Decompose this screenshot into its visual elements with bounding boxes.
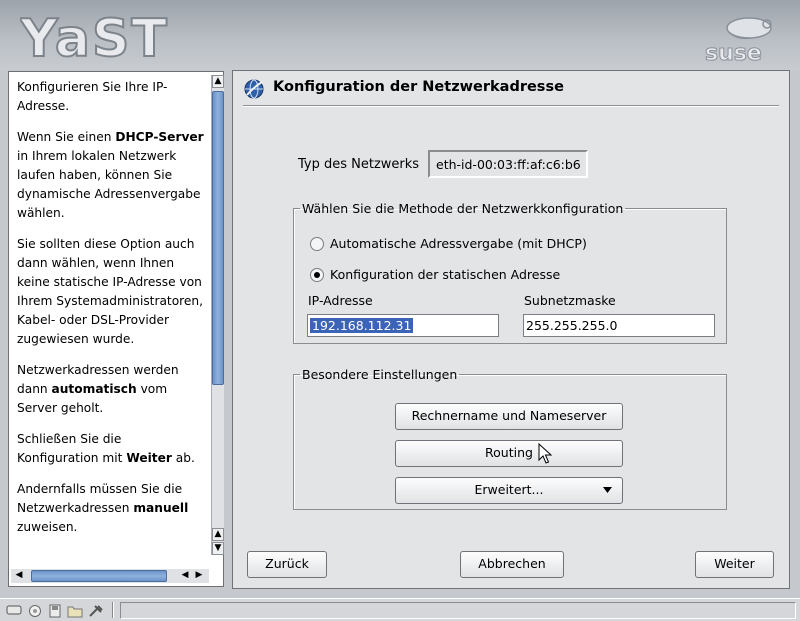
taskbar-separator [112,602,114,618]
scroll-left-arrow-icon[interactable]: ◀ [13,569,25,582]
yast-logo: YaST [20,8,169,64]
svg-text:YaST: YaST [20,9,169,64]
hostname-nameserver-button[interactable]: Rechnername und Nameserver [395,403,623,430]
advanced-button-label: Erweitert... [474,482,544,497]
static-radio-label: Konfiguration der statischen Adresse [330,267,561,282]
help-text: Konfigurieren Sie Ihre IP-Adresse. Wenn … [17,78,205,549]
yast-header: YaST suse [0,0,800,70]
ip-address-label: IP-Adresse [308,293,373,308]
tools-icon[interactable] [88,604,104,618]
horizontal-scroll-thumb[interactable] [31,570,167,582]
next-button[interactable]: Weiter [695,551,774,578]
title-divider [243,105,779,107]
suse-logo: suse [705,17,772,66]
mouse-pointer-icon [538,443,552,464]
cancel-button[interactable]: Abbrechen [460,551,564,578]
help-paragraph-3: Sie sollten diese Option auch dann wähle… [17,237,204,346]
network-type-value: eth-id-00:03:ff:af:c6:b6 [428,150,588,178]
taskbar-task-area[interactable] [120,602,796,619]
taskbar [0,598,800,621]
terminal-icon[interactable] [6,604,22,616]
dhcp-radio-option[interactable]: Automatische Adressvergabe (mit DHCP) [310,236,587,251]
scroll-up-arrow-icon[interactable]: ▲ [212,75,224,88]
dhcp-radio-button[interactable] [310,237,324,251]
scroll-down-arrow-icon[interactable]: ▼ [212,542,224,555]
dropdown-arrow-icon [603,487,612,493]
routing-button[interactable]: Routing [395,440,623,467]
ip-address-input[interactable]: 192.168.112.31 [307,314,499,337]
static-radio-button[interactable] [310,268,324,282]
settings-icon[interactable] [28,604,42,618]
help-horizontal-scrollbar[interactable]: ◀ ◀ ▶ [11,569,209,583]
folder-icon[interactable] [67,604,83,618]
page-title: Konfiguration der Netzwerkadresse [273,79,564,95]
netmask-label: Subnetzmaske [524,293,616,308]
help-paragraph-4: Netzwerkadressen werden dann automatisch… [17,363,179,415]
main-dialog: Konfiguration der Netzwerkadresse Typ de… [232,70,790,589]
ip-address-value: 192.168.112.31 [310,318,414,333]
svg-text:suse: suse [705,41,762,66]
scroll-right-arrow-icon[interactable]: ▶ [193,569,205,582]
scroll-left-arrow-icon[interactable]: ◀ [179,569,191,582]
advanced-menu-button[interactable]: Erweitert... [395,477,623,504]
netmask-input[interactable]: 255.255.255.0 [523,314,715,337]
help-panel[interactable]: Konfigurieren Sie Ihre IP-Adresse. Wenn … [8,71,224,587]
help-vertical-scrollbar[interactable]: ▲ ▲ ▼ [211,75,224,555]
network-type-label: Typ des Netzwerks [298,157,420,172]
disk-icon[interactable] [48,604,62,618]
netmask-value: 255.255.255.0 [526,318,618,333]
dhcp-radio-label: Automatische Adressvergabe (mit DHCP) [330,236,587,251]
help-paragraph-6: Andernfalls müssen Sie die Netzwerkadres… [17,482,189,534]
special-settings-group: Besondere Einstellungen Rechnername und … [293,367,727,510]
network-globe-icon [244,79,264,99]
help-paragraph-1: Konfigurieren Sie Ihre IP-Adresse. [17,80,168,113]
help-paragraph-5: Schließen Sie die Konfiguration mit Weit… [17,432,195,465]
static-radio-option[interactable]: Konfiguration der statischen Adresse [310,267,560,282]
method-group: Wählen Sie die Methode der Netzwerkkonfi… [293,201,727,344]
vertical-scroll-thumb[interactable] [212,91,224,385]
back-button[interactable]: Zurück [247,551,327,578]
special-settings-legend: Besondere Einstellungen [302,367,458,382]
scroll-up-arrow-icon[interactable]: ▲ [212,528,224,541]
method-group-legend: Wählen Sie die Methode der Netzwerkkonfi… [302,201,624,216]
help-paragraph-2: Wenn Sie einen DHCP-Server in Ihrem loka… [17,130,204,220]
